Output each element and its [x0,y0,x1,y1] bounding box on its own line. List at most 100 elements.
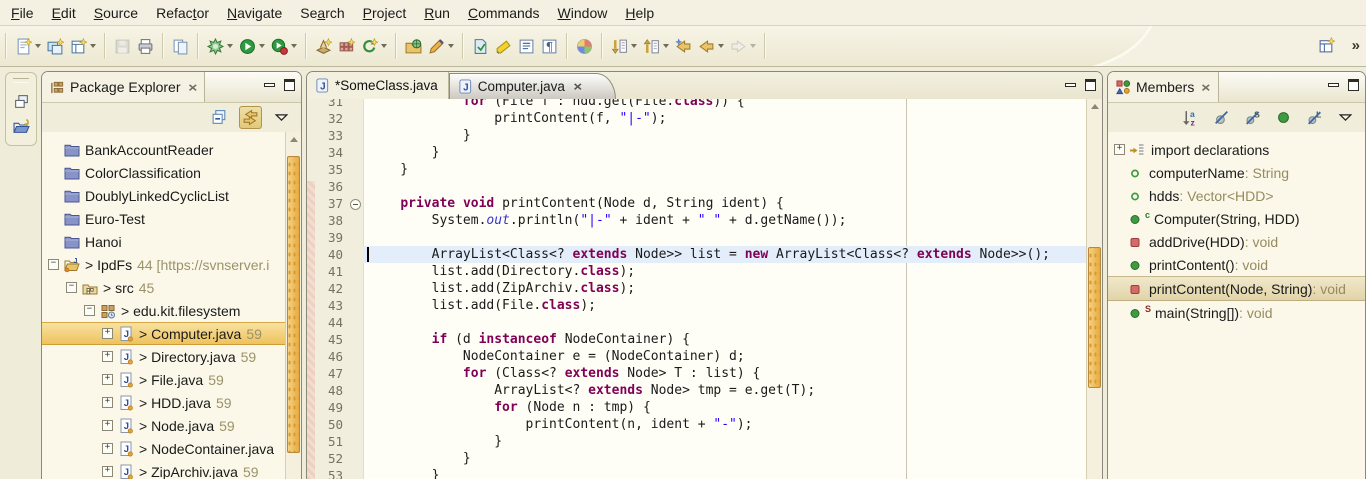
tree-item[interactable]: +J> HDD.java59 [42,391,301,414]
close-icon[interactable]: × [1202,80,1211,95]
open-perspective-button[interactable] [1316,34,1337,57]
collapse-toggle[interactable]: − [48,259,59,270]
refresh-g-button[interactable] [359,35,389,58]
tree-item[interactable]: +J> Directory.java59 [42,345,301,368]
editor-scrollbar[interactable] [1086,99,1102,479]
color-palette-button[interactable] [574,35,595,58]
dropdown-arrow-icon[interactable] [90,44,96,48]
code-text[interactable]: } [363,127,1087,144]
restore-views-icon[interactable] [13,93,30,110]
tree-item[interactable]: +J> File.java59 [42,368,301,391]
members-view-tab[interactable]: Members × [1108,72,1219,102]
code-text[interactable]: ArrayList<? extends Node> tmp = e.get(T)… [363,382,1087,399]
code-text[interactable]: ArrayList<Class<? extends Node>> list = … [363,246,1087,263]
tree-item[interactable]: +J> Node.java59 [42,414,301,437]
code-text[interactable] [363,314,1087,331]
code-text[interactable]: System.out.println("|-" + ident + " " + … [363,212,1087,229]
code-text[interactable]: printContent(n, ident + "-"); [363,416,1087,433]
collapse-toggle[interactable]: − [66,282,77,293]
package-explorer-scrollbar[interactable] [285,132,301,479]
tree-item[interactable]: DoublyLinkedCyclicList [42,184,301,207]
expand-toggle[interactable]: + [102,351,113,362]
member-item[interactable]: printContent(Node, String) : void [1108,276,1365,301]
code-text[interactable]: NodeContainer e = (NodeContainer) d; [363,348,1087,365]
dropdown-arrow-icon[interactable] [718,44,724,48]
new-view-wizard-button[interactable] [68,35,98,58]
show-source-frame-button[interactable] [516,35,537,58]
maximize-button[interactable] [1348,79,1359,91]
code-text[interactable]: } [363,144,1087,161]
dropdown-arrow-icon[interactable] [448,44,454,48]
tree-item[interactable]: Hanoi [42,230,301,253]
pkg-view-menu-button[interactable] [270,106,293,129]
next-annotation-button[interactable] [609,35,639,58]
code-text[interactable]: printContent(f, "|-"); [363,110,1087,127]
expand-toggle[interactable]: + [102,374,113,385]
member-item[interactable]: addDrive(HDD) : void [1108,230,1365,253]
dropdown-arrow-icon[interactable] [259,44,265,48]
expand-toggle[interactable]: + [1114,144,1125,155]
tree-item[interactable]: −J> IpdFs44 [https://svnserver.i [42,253,301,276]
toolbar-overflow-chevron[interactable]: » [1352,37,1358,54]
menu-project[interactable]: Project [354,2,416,24]
minimize-button[interactable] [1328,83,1339,87]
new-wizard-button[interactable] [13,35,43,58]
dropdown-arrow-icon[interactable] [631,44,637,48]
code-text[interactable] [363,229,1087,246]
code-text[interactable]: for (Node n : tmp) { [363,399,1087,416]
tree-item[interactable]: BankAccountReader [42,138,301,161]
dropdown-arrow-icon[interactable] [750,44,756,48]
fold-collapse-icon[interactable] [350,199,361,210]
tree-item[interactable]: +J> ZipArchiv.java59 [42,460,301,479]
scrollbar-thumb[interactable] [1088,247,1101,388]
expand-toggle[interactable]: + [102,397,113,408]
pkg-link-with-editor-button[interactable] [239,106,262,129]
code-text[interactable]: for (File f : hdd.get(File.class)) { [363,99,1087,110]
editor-tab-computer-java[interactable]: JComputer.java× [449,73,617,100]
print-button[interactable] [135,35,156,58]
last-edit-location-button[interactable] [673,35,694,58]
menu-search[interactable]: Search [291,2,353,24]
dropdown-arrow-icon[interactable] [381,44,387,48]
package-explorer-tree[interactable]: BankAccountReaderColorClassificationDoub… [42,132,301,479]
profile-button[interactable] [269,35,299,58]
collapse-toggle[interactable]: − [84,305,95,316]
fastbar-drag-handle[interactable] [13,78,29,83]
tree-item[interactable]: ColorClassification [42,161,301,184]
ant-build-button[interactable] [313,35,334,58]
dropdown-arrow-icon[interactable] [227,44,233,48]
member-item[interactable]: Smain(String[]) : void [1108,301,1365,324]
tree-item[interactable]: −> src45 [42,276,301,299]
pkg-collapse-all-button[interactable] [208,106,231,129]
members-sort-button[interactable]: az [1179,106,1202,129]
toggle-mark-button[interactable] [470,35,491,58]
members-list[interactable]: +import declarationscomputerName : Strin… [1108,132,1365,479]
code-text[interactable]: if (d instanceof NodeContainer) { [363,331,1087,348]
member-item[interactable]: printContent() : void [1108,253,1365,276]
code-text[interactable]: } [363,161,1087,178]
code-text[interactable]: list.add(Directory.class); [363,263,1087,280]
expand-toggle[interactable]: + [102,443,113,454]
menu-navigate[interactable]: Navigate [218,2,291,24]
minimize-button[interactable] [1065,83,1076,87]
members-hide-fields-button[interactable] [1210,106,1233,129]
close-icon[interactable]: × [188,80,197,95]
menu-help[interactable]: Help [616,2,663,24]
members-view-menu-button[interactable] [1334,106,1357,129]
member-item[interactable]: computerName : String [1108,161,1365,184]
menu-window[interactable]: Window [549,2,617,24]
member-item[interactable]: +import declarations [1108,138,1365,161]
menu-source[interactable]: Source [85,2,147,24]
expand-toggle[interactable]: + [102,328,113,339]
members-hide-static-button[interactable]: S [1241,106,1264,129]
menu-commands[interactable]: Commands [459,2,549,24]
scroll-up-arrow[interactable] [286,132,301,146]
editor-tab--someclass-java[interactable]: J*SomeClass.java [307,72,449,99]
junit-grid-button[interactable] [336,35,357,58]
open-fast-view-icon[interactable] [13,118,30,135]
code-text[interactable]: list.add(ZipArchiv.class); [363,280,1087,297]
member-item[interactable]: cComputer(String, HDD) [1108,207,1365,230]
code-text[interactable]: for (Class<? extends Node> T : list) { [363,365,1087,382]
highlighter-button[interactable] [493,35,514,58]
package-explorer-view-tab[interactable]: Package Explorer × [42,72,205,102]
